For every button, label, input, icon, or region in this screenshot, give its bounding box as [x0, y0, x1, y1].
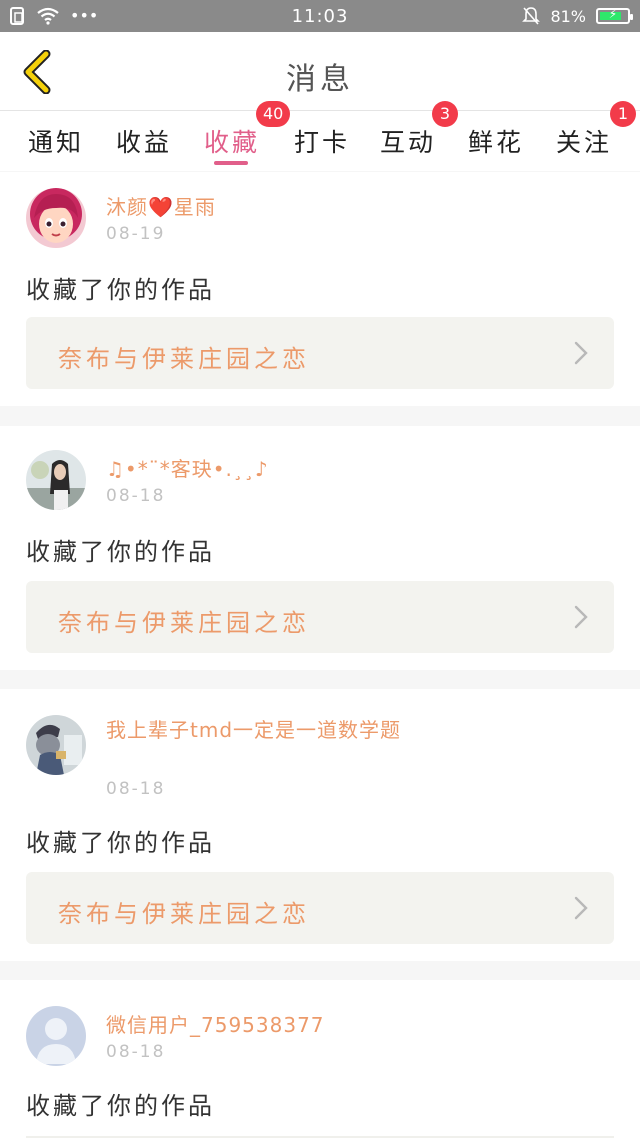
tab-badge-follow: 1	[610, 101, 636, 127]
chevron-right-icon	[574, 341, 588, 365]
username[interactable]: 我上辈子tmd一定是一道数学题	[106, 715, 406, 745]
message-date: 08-19	[106, 224, 166, 244]
action-text: 收藏了你的作品	[26, 829, 215, 857]
work-link[interactable]: 奈布与伊莱庄园之恋	[26, 581, 614, 653]
mute-bell-icon	[522, 7, 541, 25]
nav-header: 消息	[0, 32, 640, 111]
username[interactable]: ♫•*¨*客玦•.¸¸♪	[106, 454, 269, 484]
work-title: 奈布与伊莱庄园之恋	[58, 900, 310, 928]
avatar[interactable]	[26, 188, 86, 248]
battery-charging-icon: ⚡	[596, 7, 633, 24]
action-text: 收藏了你的作品	[26, 1092, 215, 1120]
message-date: 08-18	[106, 779, 166, 799]
tab-favorites[interactable]: 收藏	[204, 123, 260, 159]
tab-badge-interaction: 3	[432, 101, 458, 127]
tab-follow[interactable]: 关注	[556, 123, 612, 159]
tab-bar: 通知 收益 收藏 打卡 互动 鲜花 关注 40 3 1	[0, 101, 640, 171]
message-card: 微信用户_759538377 08-18 收藏了你的作品	[0, 980, 640, 1138]
avatar[interactable]	[26, 450, 86, 510]
username[interactable]: 沐颜❤️星雨	[106, 192, 216, 222]
work-link[interactable]: 奈布与伊莱庄园之恋	[26, 872, 614, 944]
action-text: 收藏了你的作品	[26, 538, 215, 566]
tab-notice[interactable]: 通知	[28, 123, 84, 159]
tab-checkin[interactable]: 打卡	[294, 123, 350, 159]
message-date: 08-18	[106, 486, 166, 506]
work-title: 奈布与伊莱庄园之恋	[58, 345, 310, 373]
active-tab-underline	[214, 161, 248, 165]
work-link[interactable]: 奈布与伊莱庄园之恋	[26, 317, 614, 389]
message-card: 沐颜❤️星雨 08-19 收藏了你的作品 奈布与伊莱庄园之恋	[0, 172, 640, 406]
username[interactable]: 微信用户_759538377	[106, 1010, 325, 1040]
page-title: 消息	[286, 62, 354, 97]
work-title: 奈布与伊莱庄园之恋	[58, 609, 310, 637]
avatar[interactable]	[26, 715, 86, 775]
battery-text: 81%	[550, 6, 586, 26]
status-bar: ••• 11:03 81% ⚡	[0, 0, 640, 32]
message-date: 08-18	[106, 1042, 166, 1062]
tab-flowers[interactable]: 鲜花	[468, 123, 524, 159]
tab-earnings[interactable]: 收益	[116, 123, 172, 159]
message-card: ♫•*¨*客玦•.¸¸♪ 08-18 收藏了你的作品 奈布与伊莱庄园之恋	[0, 426, 640, 670]
chevron-right-icon	[574, 605, 588, 629]
tab-badge-favorites: 40	[256, 101, 291, 127]
chevron-right-icon	[574, 896, 588, 920]
action-text: 收藏了你的作品	[26, 276, 215, 304]
avatar[interactable]	[26, 1006, 86, 1066]
tab-interaction[interactable]: 互动	[380, 123, 436, 159]
message-card: 我上辈子tmd一定是一道数学题 08-18 收藏了你的作品 奈布与伊莱庄园之恋	[0, 689, 640, 961]
